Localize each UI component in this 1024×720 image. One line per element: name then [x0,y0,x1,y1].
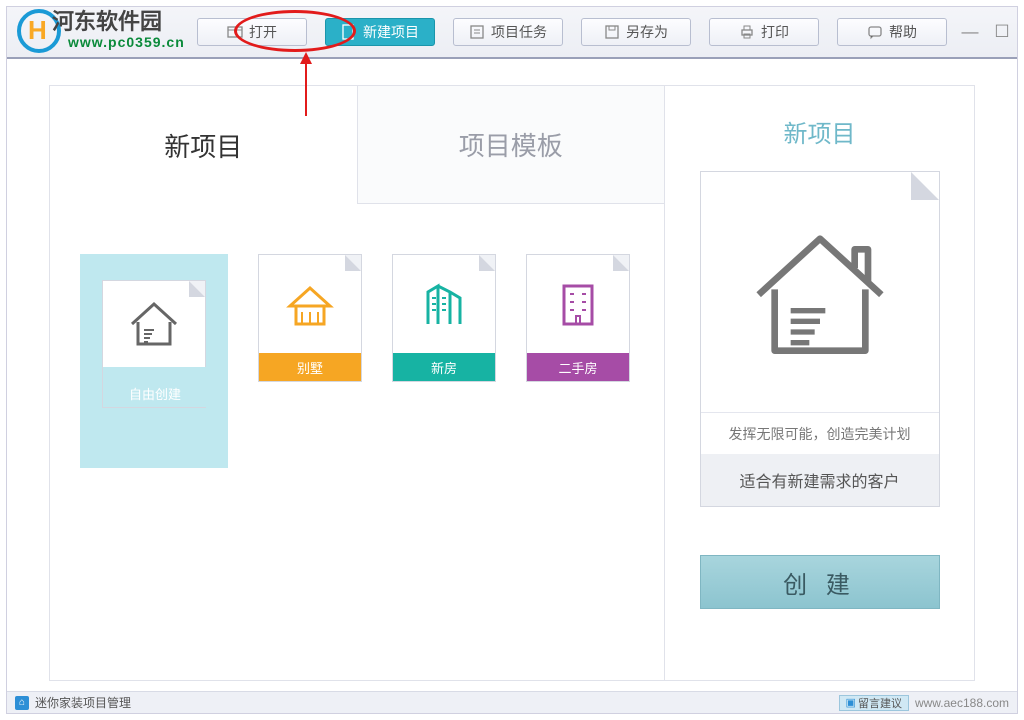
tasks-label: 项目任务 [491,22,547,42]
window-controls: ― ☐ ✕ [961,22,1024,42]
left-pane: 新项目 项目模板 自由创建 [50,86,664,680]
print-button[interactable]: 打印 [709,18,819,46]
right-title: 新项目 [784,114,856,149]
card-free-wrap: 自由创建 [80,254,228,468]
feedback-icon: ▣ [846,696,856,709]
app-frame: H 打开 新建项目 项目任务 另存为 打印 [6,6,1018,714]
feedback-button[interactable]: ▣ 留言建议 [839,695,909,711]
card-new-house[interactable]: 新房 [392,254,496,382]
status-bar: ⌂ 迷你家装项目管理 ▣ 留言建议 www.aec188.com [7,691,1017,713]
card-villa-label: 别墅 [259,353,361,381]
status-app-name: 迷你家装项目管理 [35,694,131,711]
main-panel: 新项目 项目模板 自由创建 [49,85,975,681]
building-icon [414,274,474,334]
toolbar: H 打开 新建项目 项目任务 另存为 打印 [7,7,1017,59]
save-as-button[interactable]: 另存为 [581,18,691,46]
feedback-label: 留言建议 [858,695,902,711]
tasks-icon [469,24,485,40]
toolbar-buttons: 打开 新建项目 项目任务 另存为 打印 帮助 [197,18,947,46]
tab-new-project[interactable]: 新项目 [50,86,358,204]
tab-template[interactable]: 项目模板 [358,86,665,204]
card-villa[interactable]: 别墅 [258,254,362,382]
help-button[interactable]: 帮助 [837,18,947,46]
save-icon [604,24,620,40]
tabs: 新项目 项目模板 [50,86,664,204]
house-icon [124,294,184,354]
maximize-button[interactable]: ☐ [993,22,1011,42]
save-as-label: 另存为 [626,22,668,42]
card-row: 自由创建 别墅 [50,204,664,680]
tasks-button[interactable]: 项目任务 [453,18,563,46]
open-label: 打开 [249,22,277,42]
card-second-label: 二手房 [527,353,629,381]
help-label: 帮助 [889,22,917,42]
new-project-label: 新建项目 [363,22,419,42]
new-project-button[interactable]: 新建项目 [325,18,435,46]
help-icon [867,24,883,40]
open-icon [227,24,243,40]
preview-card: 发挥无限可能，创造完美计划 适合有新建需求的客户 [700,171,940,507]
right-pane: 新项目 发挥无限可能，创造完美计划 适合有新建需求的客户 创 建 [664,86,974,680]
print-label: 打印 [761,22,789,42]
create-button[interactable]: 创 建 [700,555,940,609]
status-site: www.aec188.com [915,696,1009,710]
new-icon [341,24,357,40]
apartment-icon [548,274,608,334]
preview-desc: 适合有新建需求的客户 [701,454,939,506]
card-free-label: 自由创建 [103,367,207,407]
preview-caption: 发挥无限可能，创造完美计划 [701,412,939,454]
print-icon [739,24,755,40]
villa-icon [280,274,340,334]
status-app-icon: ⌂ [15,696,29,710]
card-second-hand[interactable]: 二手房 [526,254,630,382]
card-free[interactable]: 自由创建 [102,280,206,408]
open-button[interactable]: 打开 [197,18,307,46]
card-new-label: 新房 [393,353,495,381]
minimize-button[interactable]: ― [961,22,979,42]
preview-house-icon [740,212,900,372]
